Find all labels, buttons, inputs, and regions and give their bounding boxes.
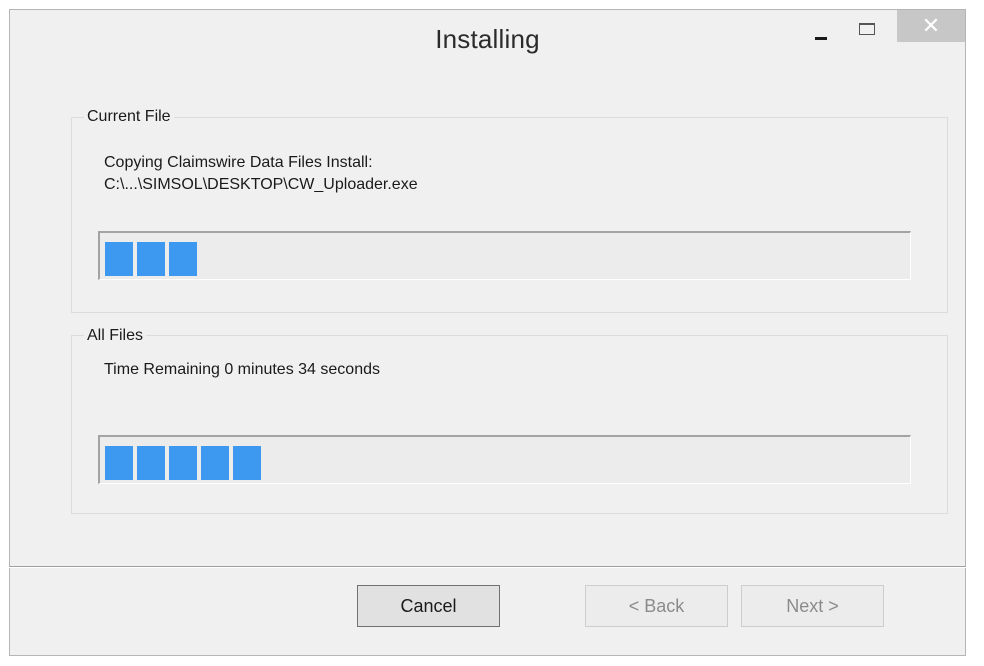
minimize-icon <box>815 37 827 40</box>
all-files-legend: All Files <box>84 327 147 345</box>
next-button[interactable]: Next > <box>741 585 884 627</box>
maximize-icon <box>859 23 875 35</box>
all-files-progress-bar <box>98 435 911 484</box>
close-icon: ✕ <box>921 13 941 38</box>
current-file-progress-bar <box>98 231 911 280</box>
copying-status-text: Copying Claimswire Data Files Install: <box>104 154 373 171</box>
time-remaining-text: Time Remaining 0 minutes 34 seconds <box>104 361 380 378</box>
current-file-legend: Current File <box>84 108 174 126</box>
installer-window: Installing ✕ <box>9 9 966 656</box>
close-button[interactable]: ✕ <box>897 10 965 42</box>
current-file-path: C:\...\SIMSOL\DESKTOP\CW_Uploader.exe <box>104 176 418 193</box>
current-file-group <box>71 117 948 313</box>
back-button[interactable]: < Back <box>585 585 728 627</box>
minimize-button[interactable] <box>808 10 834 42</box>
maximize-button[interactable] <box>850 10 884 42</box>
current-file-progress-fill <box>105 242 197 276</box>
title-bar[interactable]: Installing ✕ <box>10 10 965 72</box>
all-files-progress-fill <box>105 446 261 480</box>
footer-divider-highlight <box>9 567 966 568</box>
cancel-button[interactable]: Cancel <box>357 585 500 627</box>
